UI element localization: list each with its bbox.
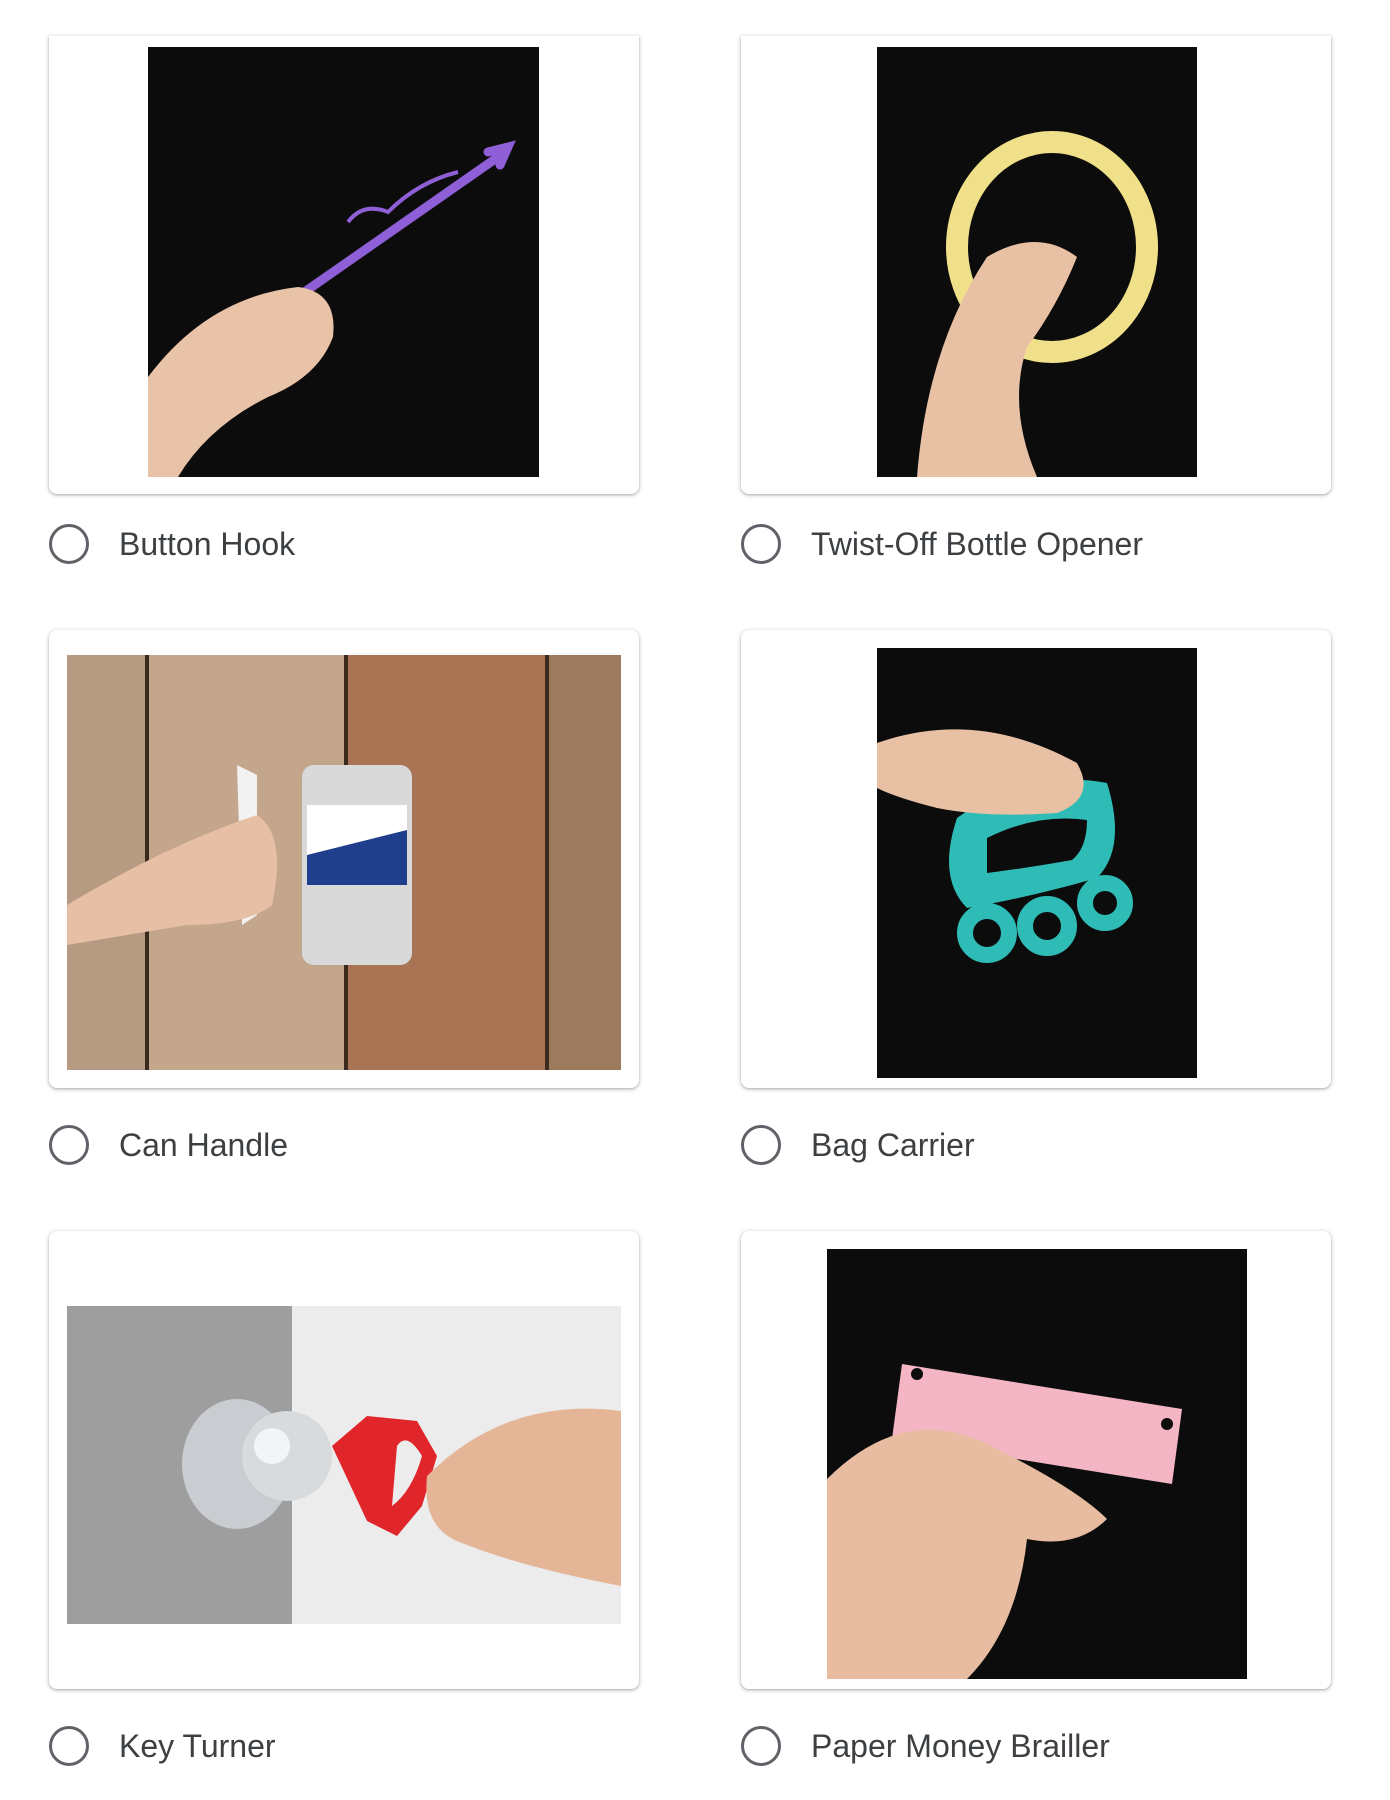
- option-card-button-hook[interactable]: [49, 36, 639, 494]
- can-handle-photo: [67, 655, 621, 1070]
- option-bag-carrier[interactable]: Bag Carrier: [741, 1122, 975, 1168]
- option-label: Key Turner: [119, 1728, 276, 1764]
- option-card-bottle-opener[interactable]: [741, 36, 1331, 494]
- radio-bottle-opener[interactable]: [741, 524, 781, 564]
- option-label: Can Handle: [119, 1127, 288, 1163]
- bottle-opener-photo: [877, 47, 1197, 477]
- option-key-turner[interactable]: Key Turner: [49, 1723, 276, 1769]
- radio-bag-carrier[interactable]: [741, 1125, 781, 1165]
- option-label: Paper Money Brailler: [811, 1728, 1110, 1764]
- radio-button-hook[interactable]: [49, 524, 89, 564]
- bag-carrier-photo: [877, 648, 1197, 1078]
- option-button-hook[interactable]: Button Hook: [49, 521, 295, 567]
- radio-money-brailler[interactable]: [741, 1726, 781, 1766]
- radio-key-turner[interactable]: [49, 1726, 89, 1766]
- option-bottle-opener[interactable]: Twist-Off Bottle Opener: [741, 521, 1143, 567]
- option-can-handle[interactable]: Can Handle: [49, 1122, 288, 1168]
- button-hook-photo: [148, 47, 539, 477]
- option-card-can-handle[interactable]: [49, 630, 639, 1088]
- option-card-key-turner[interactable]: [49, 1231, 639, 1689]
- key-turner-photo: [67, 1306, 621, 1624]
- option-label: Bag Carrier: [811, 1127, 975, 1163]
- money-brailler-photo: [827, 1249, 1247, 1679]
- option-label: Twist-Off Bottle Opener: [811, 526, 1143, 562]
- option-card-bag-carrier[interactable]: [741, 630, 1331, 1088]
- option-card-money-brailler[interactable]: [741, 1231, 1331, 1689]
- radio-can-handle[interactable]: [49, 1125, 89, 1165]
- option-label: Button Hook: [119, 526, 296, 562]
- option-money-brailler[interactable]: Paper Money Brailler: [741, 1723, 1110, 1769]
